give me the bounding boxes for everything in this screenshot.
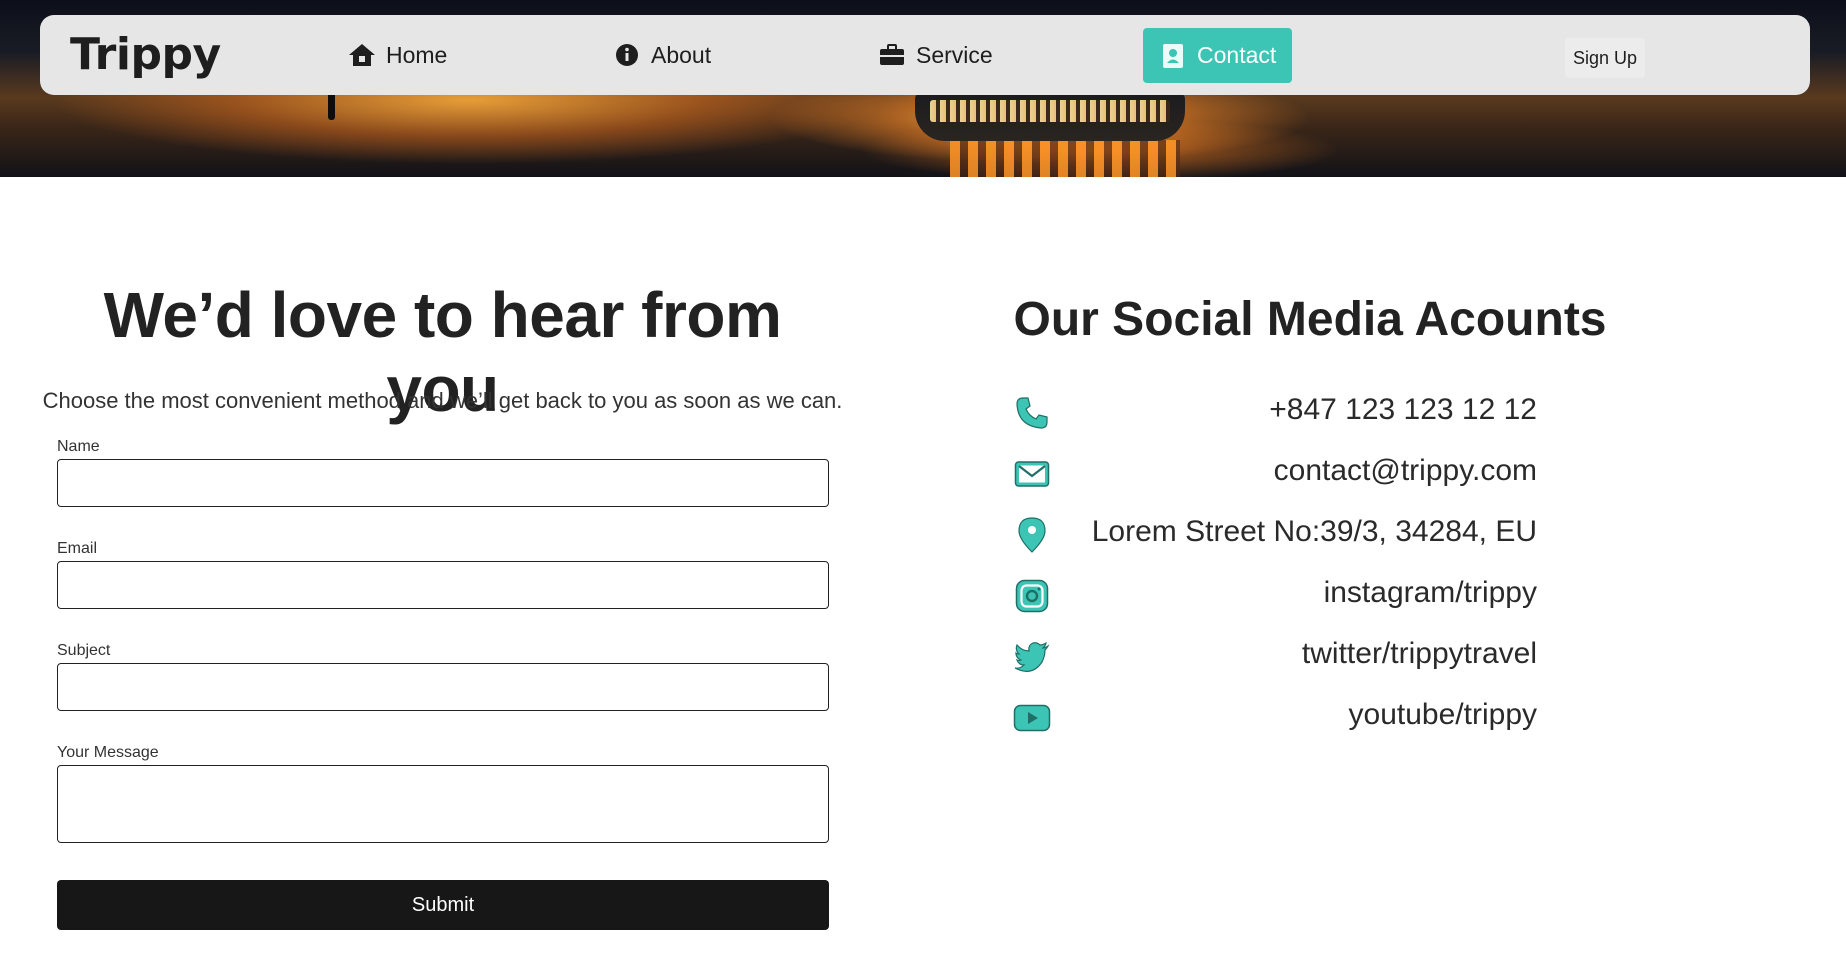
subject-field[interactable] [57, 663, 829, 711]
brand-logo[interactable]: Trippy [70, 29, 221, 80]
subject-label: Subject [57, 642, 111, 659]
home-icon [348, 41, 376, 69]
social-heading: Our Social Media Acounts [1013, 293, 1607, 346]
top-navbar: Trippy Home About Service Contact Sign U… [40, 15, 1810, 95]
submit-button[interactable]: Submit [57, 880, 829, 930]
contact-email-row[interactable]: contact@trippy.com [1012, 450, 1537, 500]
briefcase-icon [878, 41, 906, 69]
nav-about[interactable]: About [613, 39, 711, 71]
contact-twitter-row[interactable]: twitter/trippytravel [1012, 633, 1537, 683]
email-label: Email [57, 540, 98, 557]
instagram-text: instagram/trippy [1323, 576, 1537, 609]
instagram-icon [1012, 576, 1052, 616]
boat-lights [930, 100, 1170, 122]
youtube-text: youtube/trippy [1348, 698, 1537, 731]
name-field[interactable] [57, 459, 829, 507]
contact-youtube-row[interactable]: youtube/trippy [1012, 694, 1537, 744]
twitter-text: twitter/trippytravel [1301, 637, 1537, 670]
boat-reflection [950, 140, 1180, 177]
nav-contact[interactable]: Contact [1143, 28, 1293, 83]
nav-contact-label: Contact [1197, 42, 1277, 68]
map-pin-icon [1012, 515, 1052, 555]
email-text: contact@trippy.com [1273, 454, 1537, 487]
form-subtitle: Choose the most convenient method and we… [42, 388, 843, 413]
message-field[interactable] [57, 765, 829, 843]
youtube-icon [1012, 698, 1052, 738]
address-text: Lorem Street No:39/3, 34284, EU [1091, 515, 1537, 548]
nav-home-label: Home [386, 41, 448, 68]
info-icon [613, 41, 641, 69]
message-label: Your Message [57, 744, 159, 761]
contact-card-icon [1159, 42, 1187, 70]
twitter-icon [1012, 637, 1052, 677]
contact-phone-row[interactable]: +847 123 123 12 12 [1012, 389, 1537, 439]
envelope-icon [1012, 454, 1052, 494]
nav-home[interactable]: Home [348, 39, 447, 71]
email-field[interactable] [57, 561, 829, 609]
name-label: Name [57, 438, 100, 455]
nav-service[interactable]: Service [878, 39, 993, 71]
nav-about-label: About [651, 41, 712, 68]
nav-service-label: Service [916, 41, 993, 68]
contact-address-row[interactable]: Lorem Street No:39/3, 34284, EU [1012, 511, 1537, 561]
sign-up-button[interactable]: Sign Up [1565, 38, 1646, 78]
phone-text: +847 123 123 12 12 [1269, 393, 1537, 426]
phone-icon [1012, 393, 1052, 433]
contact-instagram-row[interactable]: instagram/trippy [1012, 572, 1537, 622]
